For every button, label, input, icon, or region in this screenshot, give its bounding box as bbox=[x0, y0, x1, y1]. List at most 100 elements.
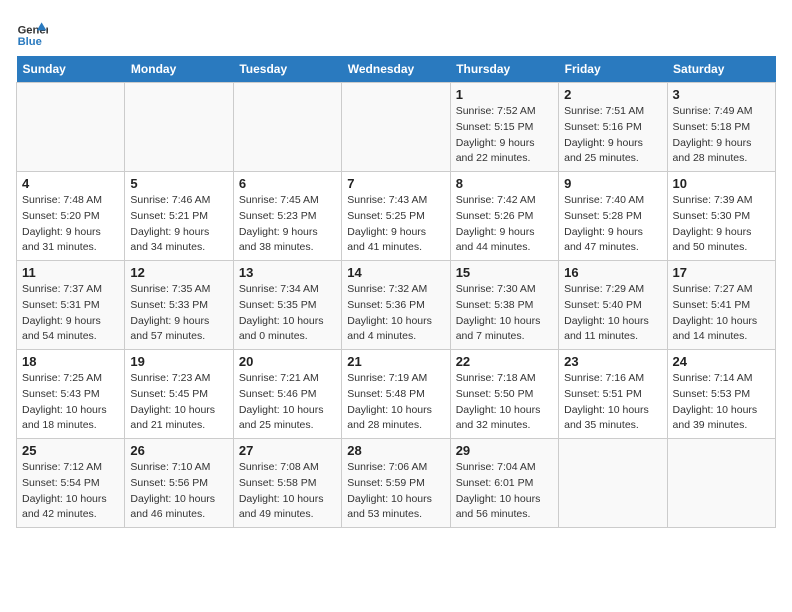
day-number: 25 bbox=[22, 443, 119, 458]
day-number: 29 bbox=[456, 443, 553, 458]
week-row-4: 18 Sunrise: 7:25 AMSunset: 5:43 PMDayligh… bbox=[17, 350, 776, 439]
calendar-cell bbox=[559, 439, 667, 528]
calendar-cell: 15 Sunrise: 7:30 AMSunset: 5:38 PMDayligh… bbox=[450, 261, 558, 350]
header: General Blue bbox=[16, 16, 776, 48]
calendar-cell: 3 Sunrise: 7:49 AMSunset: 5:18 PMDaylight… bbox=[667, 83, 775, 172]
calendar-cell: 2 Sunrise: 7:51 AMSunset: 5:16 PMDaylight… bbox=[559, 83, 667, 172]
day-info: Sunrise: 7:35 AMSunset: 5:33 PMDaylight:… bbox=[130, 282, 227, 345]
calendar-cell bbox=[233, 83, 341, 172]
day-header-tuesday: Tuesday bbox=[233, 56, 341, 83]
day-number: 28 bbox=[347, 443, 444, 458]
calendar-cell: 8 Sunrise: 7:42 AMSunset: 5:26 PMDaylight… bbox=[450, 172, 558, 261]
day-info: Sunrise: 7:32 AMSunset: 5:36 PMDaylight:… bbox=[347, 282, 444, 345]
day-number: 20 bbox=[239, 354, 336, 369]
day-info: Sunrise: 7:12 AMSunset: 5:54 PMDaylight:… bbox=[22, 460, 119, 523]
calendar-cell: 28Sunrise: 7:06 AMSunset: 5:59 PMDayligh… bbox=[342, 439, 450, 528]
days-header-row: SundayMondayTuesdayWednesdayThursdayFrid… bbox=[17, 56, 776, 83]
day-info: Sunrise: 7:43 AMSunset: 5:25 PMDaylight:… bbox=[347, 193, 444, 256]
day-info: Sunrise: 7:51 AMSunset: 5:16 PMDaylight:… bbox=[564, 104, 661, 167]
day-header-wednesday: Wednesday bbox=[342, 56, 450, 83]
day-number: 15 bbox=[456, 265, 553, 280]
day-info: Sunrise: 7:23 AMSunset: 5:45 PMDaylight:… bbox=[130, 371, 227, 434]
day-info: Sunrise: 7:40 AMSunset: 5:28 PMDaylight:… bbox=[564, 193, 661, 256]
day-info: Sunrise: 7:21 AMSunset: 5:46 PMDaylight:… bbox=[239, 371, 336, 434]
day-info: Sunrise: 7:34 AMSunset: 5:35 PMDaylight:… bbox=[239, 282, 336, 345]
day-number: 19 bbox=[130, 354, 227, 369]
day-info: Sunrise: 7:10 AMSunset: 5:56 PMDaylight:… bbox=[130, 460, 227, 523]
calendar-cell: 16 Sunrise: 7:29 AMSunset: 5:40 PMDayligh… bbox=[559, 261, 667, 350]
day-number: 14 bbox=[347, 265, 444, 280]
day-info: Sunrise: 7:45 AMSunset: 5:23 PMDaylight:… bbox=[239, 193, 336, 256]
day-number: 16 bbox=[564, 265, 661, 280]
day-info: Sunrise: 7:18 AMSunset: 5:50 PMDaylight:… bbox=[456, 371, 553, 434]
calendar-cell: 14 Sunrise: 7:32 AMSunset: 5:36 PMDayligh… bbox=[342, 261, 450, 350]
day-number: 8 bbox=[456, 176, 553, 191]
day-number: 23 bbox=[564, 354, 661, 369]
day-info: Sunrise: 7:16 AMSunset: 5:51 PMDaylight:… bbox=[564, 371, 661, 434]
day-info: Sunrise: 7:04 AMSunset: 6:01 PMDaylight:… bbox=[456, 460, 553, 523]
day-number: 1 bbox=[456, 87, 553, 102]
day-info: Sunrise: 7:37 AMSunset: 5:31 PMDaylight:… bbox=[22, 282, 119, 345]
day-number: 9 bbox=[564, 176, 661, 191]
calendar-cell: 9 Sunrise: 7:40 AMSunset: 5:28 PMDaylight… bbox=[559, 172, 667, 261]
day-header-thursday: Thursday bbox=[450, 56, 558, 83]
day-header-sunday: Sunday bbox=[17, 56, 125, 83]
day-number: 4 bbox=[22, 176, 119, 191]
calendar-cell: 10 Sunrise: 7:39 AMSunset: 5:30 PMDayligh… bbox=[667, 172, 775, 261]
day-info: Sunrise: 7:48 AMSunset: 5:20 PMDaylight:… bbox=[22, 193, 119, 256]
day-number: 12 bbox=[130, 265, 227, 280]
calendar-cell: 11 Sunrise: 7:37 AMSunset: 5:31 PMDayligh… bbox=[17, 261, 125, 350]
day-info: Sunrise: 7:49 AMSunset: 5:18 PMDaylight:… bbox=[673, 104, 770, 167]
day-info: Sunrise: 7:52 AMSunset: 5:15 PMDaylight:… bbox=[456, 104, 553, 167]
calendar-cell: 23 Sunrise: 7:16 AMSunset: 5:51 PMDayligh… bbox=[559, 350, 667, 439]
day-header-saturday: Saturday bbox=[667, 56, 775, 83]
day-number: 21 bbox=[347, 354, 444, 369]
day-number: 17 bbox=[673, 265, 770, 280]
calendar-cell bbox=[342, 83, 450, 172]
calendar-cell: 17Sunrise: 7:27 AMSunset: 5:41 PMDayligh… bbox=[667, 261, 775, 350]
logo: General Blue bbox=[16, 16, 48, 48]
day-header-monday: Monday bbox=[125, 56, 233, 83]
calendar-cell: 7 Sunrise: 7:43 AMSunset: 5:25 PMDaylight… bbox=[342, 172, 450, 261]
calendar-cell: 22 Sunrise: 7:18 AMSunset: 5:50 PMDayligh… bbox=[450, 350, 558, 439]
day-info: Sunrise: 7:30 AMSunset: 5:38 PMDaylight:… bbox=[456, 282, 553, 345]
calendar-cell: 1 Sunrise: 7:52 AMSunset: 5:15 PMDaylight… bbox=[450, 83, 558, 172]
day-number: 27 bbox=[239, 443, 336, 458]
day-number: 13 bbox=[239, 265, 336, 280]
day-number: 5 bbox=[130, 176, 227, 191]
day-info: Sunrise: 7:42 AMSunset: 5:26 PMDaylight:… bbox=[456, 193, 553, 256]
calendar-table: SundayMondayTuesdayWednesdayThursdayFrid… bbox=[16, 56, 776, 528]
calendar-cell: 12 Sunrise: 7:35 AMSunset: 5:33 PMDayligh… bbox=[125, 261, 233, 350]
calendar-cell bbox=[667, 439, 775, 528]
day-number: 2 bbox=[564, 87, 661, 102]
day-number: 3 bbox=[673, 87, 770, 102]
day-number: 11 bbox=[22, 265, 119, 280]
calendar-cell: 24 Sunrise: 7:14 AMSunset: 5:53 PMDayligh… bbox=[667, 350, 775, 439]
calendar-cell: 20 Sunrise: 7:21 AMSunset: 5:46 PMDayligh… bbox=[233, 350, 341, 439]
day-info: Sunrise: 7:39 AMSunset: 5:30 PMDaylight:… bbox=[673, 193, 770, 256]
calendar-cell: 19 Sunrise: 7:23 AMSunset: 5:45 PMDayligh… bbox=[125, 350, 233, 439]
week-row-5: 25 Sunrise: 7:12 AMSunset: 5:54 PMDayligh… bbox=[17, 439, 776, 528]
day-header-friday: Friday bbox=[559, 56, 667, 83]
day-number: 24 bbox=[673, 354, 770, 369]
calendar-cell: 26 Sunrise: 7:10 AMSunset: 5:56 PMDayligh… bbox=[125, 439, 233, 528]
day-info: Sunrise: 7:14 AMSunset: 5:53 PMDaylight:… bbox=[673, 371, 770, 434]
day-number: 10 bbox=[673, 176, 770, 191]
day-info: Sunrise: 7:25 AMSunset: 5:43 PMDaylight:… bbox=[22, 371, 119, 434]
calendar-cell: 13 Sunrise: 7:34 AMSunset: 5:35 PMDayligh… bbox=[233, 261, 341, 350]
day-number: 7 bbox=[347, 176, 444, 191]
calendar-cell bbox=[125, 83, 233, 172]
calendar-cell: 5 Sunrise: 7:46 AMSunset: 5:21 PMDaylight… bbox=[125, 172, 233, 261]
day-number: 26 bbox=[130, 443, 227, 458]
day-info: Sunrise: 7:29 AMSunset: 5:40 PMDaylight:… bbox=[564, 282, 661, 345]
calendar-cell: 21Sunrise: 7:19 AMSunset: 5:48 PMDayligh… bbox=[342, 350, 450, 439]
week-row-1: 1 Sunrise: 7:52 AMSunset: 5:15 PMDaylight… bbox=[17, 83, 776, 172]
svg-text:Blue: Blue bbox=[18, 36, 42, 48]
logo-icon: General Blue bbox=[16, 16, 48, 48]
calendar-cell: 6 Sunrise: 7:45 AMSunset: 5:23 PMDaylight… bbox=[233, 172, 341, 261]
day-info: Sunrise: 7:46 AMSunset: 5:21 PMDaylight:… bbox=[130, 193, 227, 256]
day-number: 18 bbox=[22, 354, 119, 369]
day-number: 22 bbox=[456, 354, 553, 369]
week-row-2: 4 Sunrise: 7:48 AMSunset: 5:20 PMDaylight… bbox=[17, 172, 776, 261]
day-number: 6 bbox=[239, 176, 336, 191]
